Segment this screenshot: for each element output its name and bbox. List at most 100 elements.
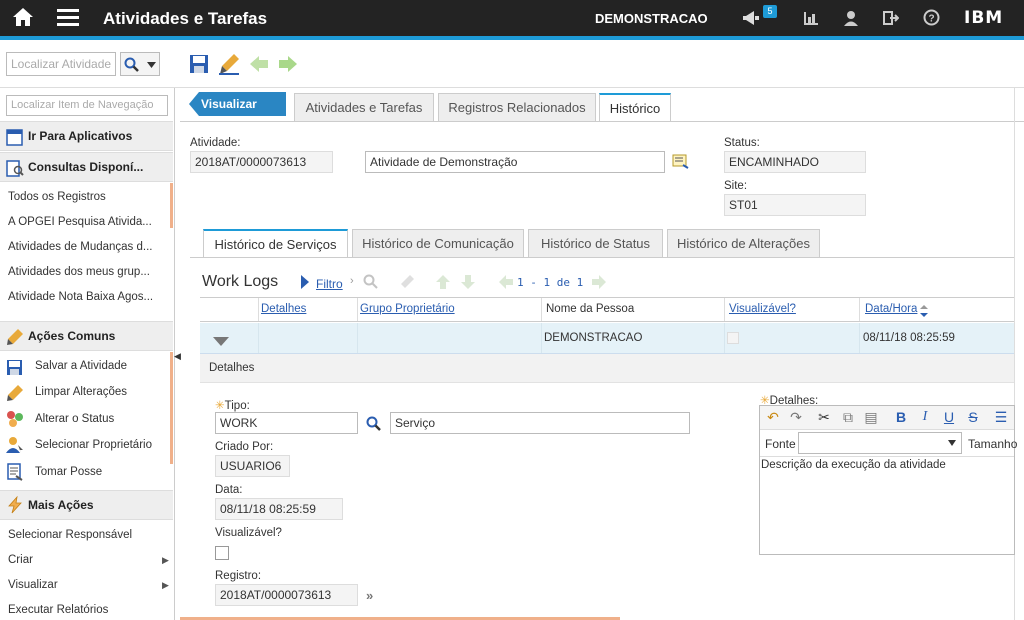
cut-icon[interactable]: ✂ (813, 406, 835, 428)
tab-history[interactable]: Histórico (599, 93, 671, 121)
action-select-owner[interactable]: Selecionar Proprietário (35, 439, 152, 451)
go-to-record-icon[interactable]: » (366, 588, 373, 603)
save-icon[interactable] (189, 54, 209, 77)
magnifier-icon (124, 57, 139, 72)
main-content: Visualizar Lista Atividades e Tarefas Re… (180, 88, 1024, 620)
action-clear-changes[interactable]: Limpar Alterações (35, 386, 127, 398)
megaphone-icon[interactable] (742, 10, 760, 31)
query-item[interactable]: Atividade Nota Baixa Agos... (8, 291, 163, 303)
column-viewable[interactable]: Visualizável? (729, 303, 796, 315)
row-person-name: DEMONSTRACAO (544, 332, 643, 344)
bold-icon[interactable]: B (890, 406, 912, 428)
previous-record-icon[interactable] (249, 54, 269, 77)
top-bar: Atividades e Tarefas DEMONSTRACAO 5 ? IB… (0, 0, 1024, 40)
collapse-row-icon[interactable] (213, 335, 229, 349)
action-change-status[interactable]: Alterar o Status (35, 413, 114, 425)
query-item[interactable]: Atividades dos meus grup... (8, 266, 163, 278)
activity-description-field[interactable]: Atividade de Demonstração (365, 151, 665, 173)
query-item[interactable]: Atividades de Mudanças d... (8, 241, 163, 253)
column-person-name: Nome da Pessoa (546, 303, 635, 315)
action-take-ownership[interactable]: Tomar Posse (35, 466, 102, 478)
available-queries-header[interactable]: Consultas Disponí... (0, 152, 173, 182)
common-actions-header[interactable]: Ações Comuns (0, 321, 173, 351)
profile-icon[interactable] (843, 10, 859, 31)
column-owner-group[interactable]: Grupo Proprietário (360, 303, 455, 315)
subtabs-divider (190, 257, 1014, 258)
sign-out-icon[interactable] (883, 10, 900, 31)
table-row[interactable]: DEMONSTRACAO 08/11/18 08:25:59 (200, 323, 1014, 354)
help-icon[interactable]: ? (923, 9, 940, 31)
subtab-change-history[interactable]: Histórico de Alterações (667, 229, 820, 257)
redo-icon[interactable]: ↷ (785, 406, 807, 428)
search-options-button[interactable] (120, 52, 160, 76)
queries-scrollbar[interactable] (170, 183, 173, 228)
queries-icon (6, 159, 24, 177)
search-placeholder: Localizar Atividade (11, 57, 112, 71)
lookup-icon[interactable] (366, 416, 382, 435)
worklogs-title: Work Logs (202, 273, 279, 290)
tipo-description-field[interactable]: Serviço (390, 412, 690, 434)
paste-icon[interactable]: ▤ (860, 406, 882, 428)
viewable-checkbox[interactable] (215, 546, 229, 560)
status-label: Status: (724, 137, 760, 149)
nav-search-input[interactable]: Localizar Item de Navegação (6, 95, 168, 116)
search-activity-input[interactable]: Localizar Atividade (6, 52, 116, 76)
details-text-content[interactable]: Descrição da execução da atividade (761, 459, 946, 471)
column-details[interactable]: Detalhes (261, 303, 306, 315)
arrow-down-icon[interactable] (460, 274, 476, 293)
date-field[interactable]: 08/11/18 08:25:59 (215, 498, 343, 520)
action-create[interactable]: Criar (8, 554, 148, 566)
more-actions-header[interactable]: Mais Ações (0, 490, 173, 520)
numbered-list-icon[interactable]: ☰ (990, 406, 1012, 428)
clear-changes-icon[interactable] (218, 53, 240, 78)
row-viewable-checkbox[interactable] (727, 332, 739, 344)
previous-page-icon[interactable] (498, 274, 514, 293)
tipo-field[interactable]: WORK (215, 412, 358, 434)
subtab-communication-history[interactable]: Histórico de Comunicação (352, 229, 524, 257)
status-field[interactable]: ENCAMINHADO (724, 151, 866, 173)
actions-scrollbar[interactable] (170, 352, 173, 464)
action-save-activity[interactable]: Salvar a Atividade (35, 360, 127, 372)
query-item[interactable]: Todos os Registros (8, 191, 163, 203)
subtab-service-history[interactable]: Histórico de Serviços (203, 229, 348, 257)
filter-arrow-icon (300, 275, 310, 292)
date-label: Data: (215, 484, 243, 496)
go-to-apps[interactable]: Ir Para Aplicativos (0, 121, 173, 151)
reports-icon[interactable] (803, 10, 819, 31)
rich-text-editor[interactable]: ↶ ↷ ✂ ⧉ ▤ B I U S ☰ Fonte Tamanho Descri… (759, 405, 1018, 555)
copy-icon[interactable]: ⧉ (837, 406, 859, 428)
viewable-label: Visualizável? (215, 527, 282, 539)
home-icon[interactable] (12, 7, 34, 32)
arrow-up-icon[interactable] (435, 274, 451, 293)
query-item[interactable]: A OPGEI Pesquisa Ativida... (8, 216, 163, 228)
size-label: Tamanho (968, 437, 1018, 451)
italic-icon[interactable]: I (914, 406, 936, 428)
next-page-icon[interactable] (591, 274, 607, 293)
long-description-icon[interactable] (672, 154, 689, 172)
find-icon[interactable] (363, 274, 379, 293)
created-by-field[interactable]: USUARIO6 (215, 455, 290, 477)
underline-icon[interactable]: U (938, 406, 960, 428)
column-datetime[interactable]: Data/Hora (865, 303, 917, 315)
app-title: Atividades e Tarefas (103, 9, 268, 28)
filter-link[interactable]: Filtro (316, 277, 343, 291)
change-status-icon (6, 410, 24, 428)
font-select[interactable] (798, 432, 962, 454)
undo-icon[interactable]: ↶ (762, 406, 784, 428)
record-field[interactable]: 2018AT/0000073613 (215, 584, 358, 606)
clear-filter-icon[interactable] (399, 274, 415, 293)
strikethrough-icon[interactable]: S (962, 406, 984, 428)
back-to-list-button[interactable]: Visualizar Lista (189, 92, 286, 116)
subtab-status-history[interactable]: Histórico de Status (528, 229, 663, 257)
action-run-reports[interactable]: Executar Relatórios (8, 604, 163, 616)
queries-header-label: Consultas Disponí... (28, 160, 144, 174)
activity-id-field[interactable]: 2018AT/0000073613 (190, 151, 333, 173)
sort-icon[interactable] (920, 305, 928, 320)
tab-related-records[interactable]: Registros Relacionados (438, 93, 596, 121)
menu-icon[interactable] (57, 8, 79, 31)
site-field[interactable]: ST01 (724, 194, 866, 216)
action-view[interactable]: Visualizar (8, 579, 148, 591)
next-record-icon[interactable] (278, 54, 298, 77)
tab-activities[interactable]: Atividades e Tarefas (294, 93, 434, 121)
action-select-responsible[interactable]: Selecionar Responsável (8, 529, 163, 541)
